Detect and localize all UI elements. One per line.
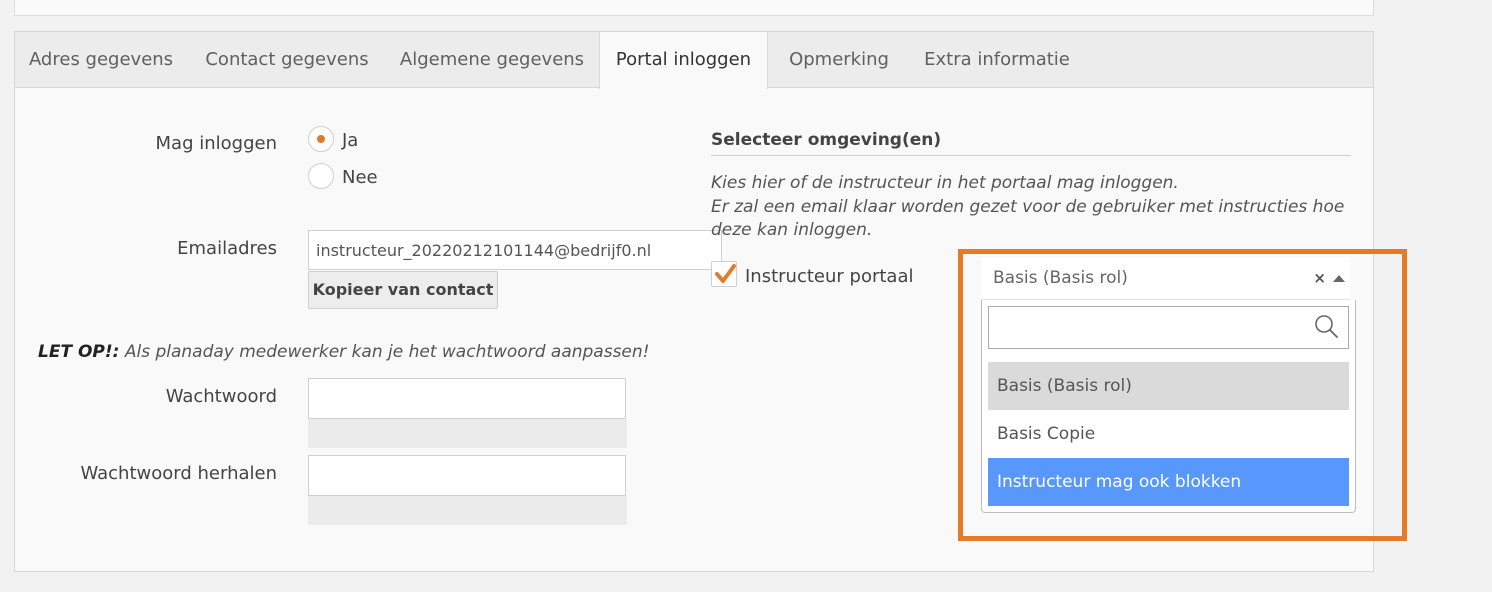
notice-text: Als planaday medewerker kan je het wacht… bbox=[119, 342, 650, 362]
chevron-up-icon[interactable] bbox=[1333, 274, 1345, 283]
environment-title: Selecteer omgeving(en) bbox=[711, 130, 942, 150]
password-strength-bar bbox=[308, 419, 627, 448]
role-dropdown: Basis (Basis rol) Basis Copie Instructeu… bbox=[981, 300, 1356, 513]
password-label: Wachtwoord bbox=[165, 386, 277, 407]
password-repeat-label: Wachtwoord herhalen bbox=[80, 463, 277, 484]
tab-bar: Adres gegevens Contact gegevens Algemene… bbox=[15, 32, 1373, 89]
role-select-value: Basis (Basis rol) bbox=[993, 268, 1128, 288]
role-option[interactable]: Instructeur mag ook blokken bbox=[988, 458, 1349, 506]
tab-opmerking[interactable]: Opmerking bbox=[769, 32, 909, 88]
previous-panel bbox=[14, 0, 1374, 16]
login-label: Mag inloggen bbox=[155, 133, 277, 154]
email-label: Emailadres bbox=[177, 238, 277, 259]
environment-description-3: deze kan inloggen. bbox=[711, 220, 873, 240]
role-option[interactable]: Basis (Basis rol) bbox=[988, 362, 1349, 410]
login-no-radio[interactable] bbox=[308, 163, 334, 189]
tab-adres-gegevens[interactable]: Adres gegevens bbox=[15, 32, 187, 88]
tab-algemene-gegevens[interactable]: Algemene gegevens bbox=[387, 32, 597, 88]
password-field[interactable] bbox=[308, 378, 626, 419]
password-repeat-strength-bar bbox=[308, 496, 627, 525]
environment-description-2: Er zal een email klaar worden gezet voor… bbox=[711, 197, 1345, 217]
instructor-portal-label[interactable]: Instructeur portaal bbox=[745, 266, 913, 287]
tab-contact-gegevens[interactable]: Contact gegevens bbox=[187, 32, 387, 88]
tab-portal-inloggen[interactable]: Portal inloggen bbox=[599, 32, 768, 89]
password-repeat-field[interactable] bbox=[308, 455, 626, 496]
login-no-label[interactable]: Nee bbox=[342, 167, 378, 188]
login-yes-radio[interactable] bbox=[308, 126, 334, 152]
role-search-input[interactable] bbox=[988, 306, 1349, 349]
email-field[interactable] bbox=[308, 230, 722, 270]
section-divider bbox=[711, 155, 1351, 156]
checkmark-icon bbox=[715, 264, 736, 283]
copy-from-contact-button[interactable]: Kopieer van contact bbox=[308, 271, 498, 309]
role-select[interactable]: Basis (Basis rol) × bbox=[981, 258, 1350, 300]
environment-description-1: Kies hier of de instructeur in het porta… bbox=[711, 173, 1179, 193]
tab-extra-informatie[interactable]: Extra informatie bbox=[909, 32, 1085, 88]
login-yes-label[interactable]: Ja bbox=[342, 130, 358, 151]
role-option[interactable]: Basis Copie bbox=[988, 410, 1349, 458]
notice-prefix: LET OP!: bbox=[38, 342, 120, 362]
instructor-portal-checkbox[interactable] bbox=[711, 261, 737, 287]
clear-selection-icon[interactable]: × bbox=[1313, 269, 1326, 287]
password-notice: LET OP!: Als planaday medewerker kan je … bbox=[38, 342, 649, 362]
search-icon bbox=[1315, 315, 1338, 338]
radio-selected-dot bbox=[317, 135, 325, 143]
